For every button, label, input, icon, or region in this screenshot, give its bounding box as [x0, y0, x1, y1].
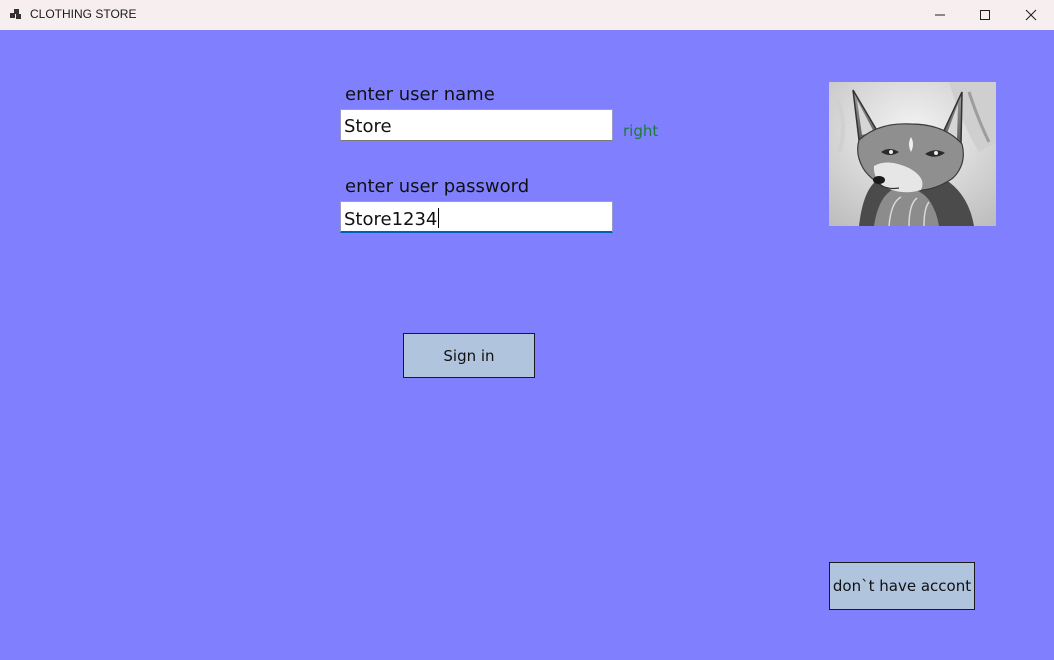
window-title: CLOTHING STORE [30, 7, 137, 21]
close-button[interactable] [1008, 0, 1054, 30]
sign-in-label: Sign in [443, 346, 495, 365]
password-label: enter user password [345, 176, 530, 197]
no-account-label: don`t have accont [832, 577, 972, 595]
minimize-button[interactable] [917, 0, 963, 30]
sign-in-button[interactable]: Sign in [403, 333, 535, 378]
minimize-icon [935, 14, 945, 16]
password-value: Store1234 [344, 209, 438, 230]
username-label: enter user name [345, 84, 495, 105]
close-icon [1025, 9, 1037, 21]
no-account-button[interactable]: don`t have accont [829, 562, 975, 610]
username-value: Store [344, 116, 392, 137]
fox-image [829, 82, 996, 226]
title-bar[interactable]: CLOTHING STORE [0, 0, 1054, 30]
password-input[interactable]: Store1234 [340, 201, 613, 233]
username-status: right [623, 122, 659, 140]
maximize-button[interactable] [962, 0, 1008, 30]
username-input[interactable]: Store [340, 109, 613, 141]
app-window-icon [10, 9, 21, 19]
text-caret [438, 208, 440, 228]
login-window: CLOTHING STORE enter user name Store rig… [0, 0, 1054, 660]
maximize-icon [980, 10, 990, 20]
